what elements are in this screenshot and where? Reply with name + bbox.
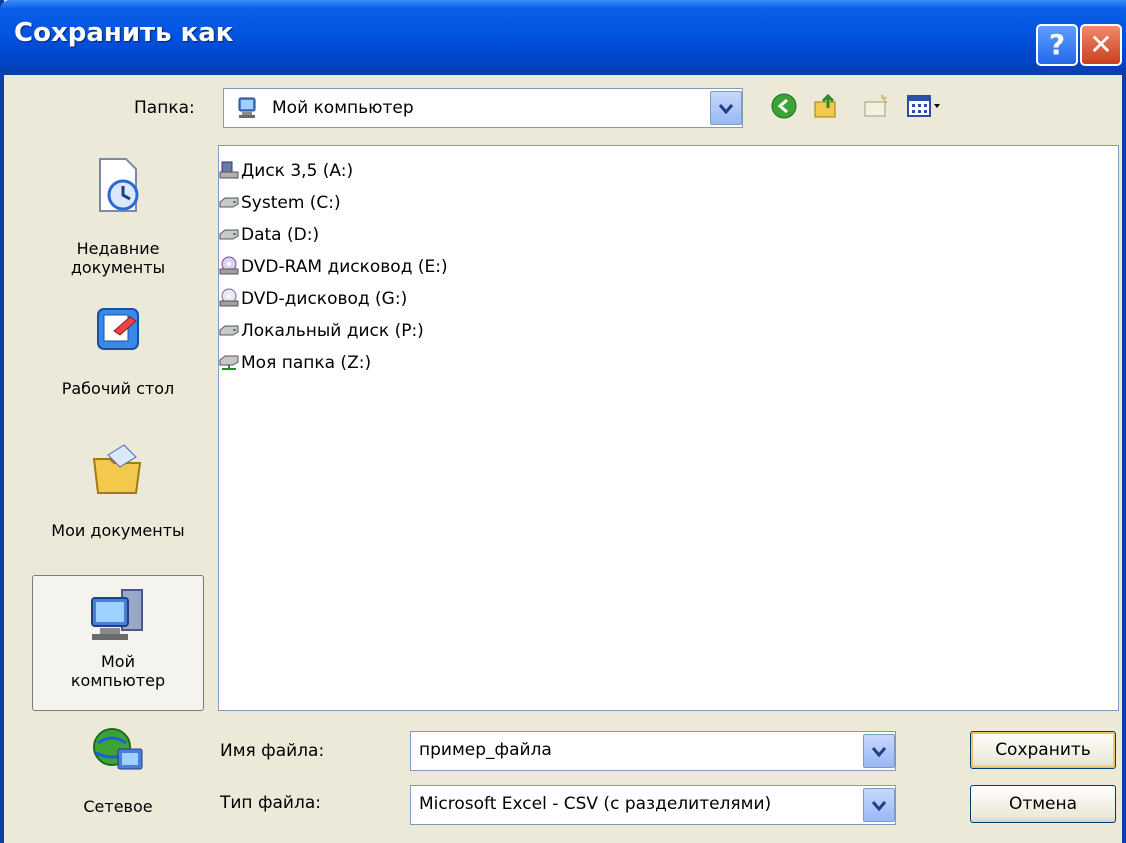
places-bar: Недавние документы Рабочий стол Мои доку… [32,145,204,825]
recent-documents-icon [99,158,139,212]
network-places-icon [93,728,143,770]
dvd-drive-icon [219,288,239,313]
save-button[interactable]: Сохранить [970,731,1116,769]
hard-drive-icon [219,192,239,217]
folder-label: Папка: [134,98,195,118]
desktop-icon [97,308,139,350]
save-as-dialog: Сохранить как ? ✕ Папка: Мой компьютер Н… [0,0,1126,843]
folder-value: Мой компьютер [272,98,414,118]
window-title: Сохранить как [14,18,234,48]
place-desktop[interactable]: Рабочий стол [32,303,204,403]
floppy-drive-icon [219,160,239,185]
cancel-button[interactable]: Отмена [970,785,1116,823]
my-computer-small-icon [234,95,260,125]
chevron-down-icon [872,747,886,757]
dvd-drive-icon [219,256,239,281]
close-icon: ✕ [1089,28,1113,61]
chevron-down-icon [872,801,886,811]
filename-label: Имя файла: [220,741,325,761]
folder-select[interactable]: Мой компьютер [223,88,743,128]
up-folder-icon[interactable] [812,92,842,124]
new-folder-icon[interactable] [862,92,892,124]
filename-input[interactable]: пример_файла [410,731,896,771]
my-documents-icon [92,444,142,494]
close-button[interactable]: ✕ [1080,24,1122,66]
place-network[interactable]: Сетевое [32,725,204,825]
file-list[interactable]: Диск 3,5 (A:) System (C:) Data (D:) DVD-… [218,145,1119,711]
filename-dropdown-button[interactable] [863,734,895,768]
filetype-dropdown-button[interactable] [863,788,895,822]
place-my-documents[interactable]: Мои документы [32,441,204,551]
hard-drive-icon [219,320,239,345]
help-button[interactable]: ? [1036,24,1078,66]
view-menu-icon[interactable] [906,92,946,124]
back-icon[interactable] [770,92,798,124]
help-icon: ? [1048,28,1066,61]
my-computer-icon [91,589,143,640]
hard-drive-icon [219,224,239,249]
place-my-computer[interactable]: Мой компьютер [32,575,204,711]
chevron-down-icon [719,104,733,114]
filetype-select[interactable]: Microsoft Excel - CSV (с разделителями) [410,785,896,825]
folder-dropdown-button[interactable] [710,91,742,125]
filename-value: пример_файла [419,740,552,760]
filetype-label: Тип файла: [220,793,321,813]
filetype-value: Microsoft Excel - CSV (с разделителями) [419,794,772,814]
title-bar[interactable]: Сохранить как ? ✕ [0,0,1126,75]
place-recent-documents[interactable]: Недавние документы [32,157,204,287]
network-drive-icon [219,352,239,377]
